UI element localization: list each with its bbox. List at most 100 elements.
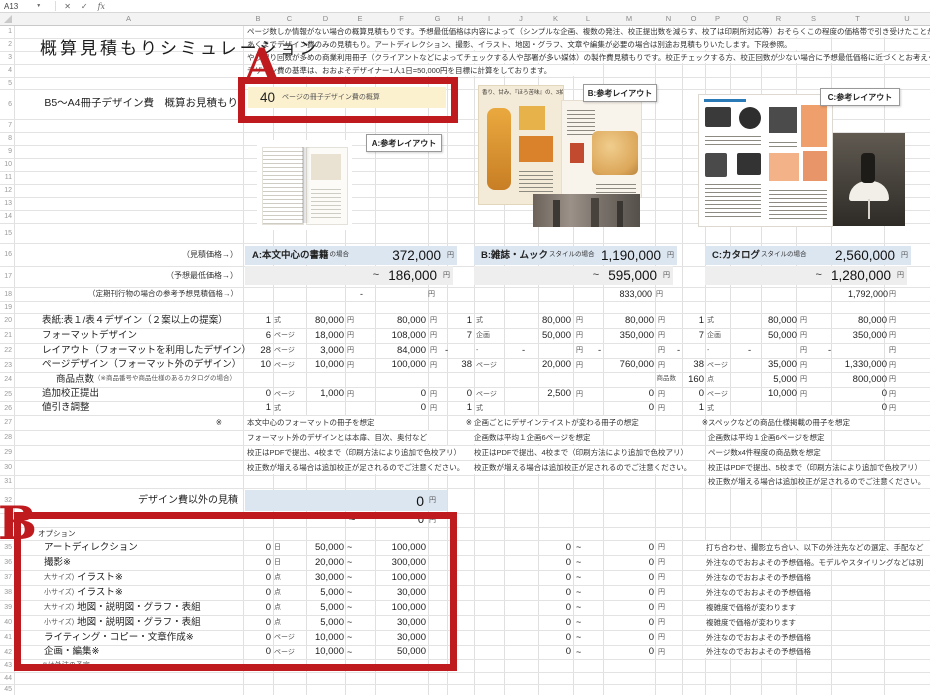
row-header-36[interactable]: 36 [0,555,12,570]
item-b-amount-row23[interactable]: 760,000 [598,358,654,372]
row-header-10[interactable]: 10 [0,158,12,171]
column-header-S[interactable]: S [796,12,831,25]
block-note-a-4[interactable]: 校正数が増える場合は追加校正が足されるのでご注意ください。 [247,460,477,475]
item-label-row26[interactable]: 値引き調整 [42,401,242,415]
block-c-estimate-row[interactable]: C:カタログ スタイルの場合 2,560,000 円 [705,246,911,265]
row-header-42[interactable]: 42 [0,645,12,659]
row-header-9[interactable]: 9 [0,145,12,158]
item-a-qty-row22[interactable]: 28 [243,343,271,358]
item-b-price-row22[interactable]: - [522,343,571,358]
item-b-qty-row22[interactable]: - [445,343,472,358]
row-header-18[interactable]: 18 [0,287,12,301]
column-header-B[interactable]: B [243,12,273,25]
layout-label-c[interactable]: C:参考レイアウト [820,88,900,106]
row-header-6[interactable]: 6 [0,89,12,119]
option-mid-zero2-row35[interactable]: 0 [598,540,654,555]
option-mid-zero2-row37[interactable]: 0 [598,570,654,585]
item-b-qty-row23[interactable]: 38 [445,358,472,372]
row-header-7[interactable]: 7 [0,119,12,132]
column-header-E[interactable]: E [345,12,375,25]
row-header-29[interactable]: 29 [0,445,12,460]
top-note-2[interactable]: あくまでデザイン費のみの見積もり。アートディレクション、撮影、イラスト、地図・グ… [247,38,927,51]
block-note-a-3[interactable]: 校正はPDFで提出、4校まで（印刷方法により追加で色校アリ） [247,445,477,460]
item-c-price-row25[interactable]: 10,000 [748,387,797,401]
row-header-26[interactable]: 26 [0,401,12,415]
option-mid-zero1-row38[interactable]: 0 [522,585,571,600]
row-header-23[interactable]: 23 [0,358,12,372]
minimum-price-label[interactable]: （予想最低価格→） [110,269,238,283]
column-header-N[interactable]: N [655,12,682,25]
item-b-qty-row20[interactable]: 1 [445,313,472,328]
item-c-qty-row22[interactable]: - [677,343,704,358]
item-a-price-row22[interactable]: 3,000 [298,343,344,358]
block-note-b-3[interactable]: 校正はPDFで提出、4校まで（印刷方法により追加で色校アリ） [474,445,704,460]
column-header-F[interactable]: F [375,12,428,25]
item-b-amount-row20[interactable]: 80,000 [598,313,654,328]
item-b-qty-row26[interactable]: 1 [445,401,472,415]
option-mid-zero1-row39[interactable]: 0 [522,600,571,615]
item-label-row23[interactable]: ページデザイン（フォーマット外のデザイン） [42,358,242,372]
option-mid-zero2-row41[interactable]: 0 [598,630,654,645]
row-header-16[interactable]: 16 [0,243,12,266]
item-label-row20[interactable]: 表紙:表１/表４デザイン（２案以上の提案） [42,313,242,328]
top-note-1[interactable]: ページ数しか情報がない場合の概算見積もりです。予想最低価格は内容によって（シンプ… [247,25,927,38]
item-a-amount-row22[interactable]: 84,000 [373,343,426,358]
top-note-4[interactable]: デザイン費の基準は、おおよそデザイナー1人1日=50,000円を目標に計算をして… [247,64,927,77]
row-header-2[interactable]: 2 [0,38,12,51]
item-b-qty-row25[interactable]: 0 [445,387,472,401]
item-label-row22[interactable]: レイアウト（フォーマットを利用したデザイン） [42,343,242,358]
row-header-5[interactable]: 5 [0,77,12,89]
item-c-qty-row25[interactable]: 0 [677,387,704,401]
item-b-price-row23[interactable]: 20,000 [522,358,571,372]
item-c-amount-row21[interactable]: 350,000 [828,328,887,343]
name-box-dropdown-icon[interactable]: ▼ [36,3,41,9]
name-box[interactable]: A13 [4,2,18,11]
option-note-row41[interactable]: 外注なのでおおよその予想価格 [706,630,930,645]
block-note-c-3[interactable]: ページ数x4件程度の商品数を想定 [708,445,930,460]
block-note-a-1[interactable]: 本文中心のフォーマットの冊子を想定 [247,415,477,430]
row-header-25[interactable]: 25 [0,387,12,401]
block-note-b-4[interactable]: 校正数が増える場合は追加校正が足されるのでご注意ください。 [474,460,704,475]
block-b-minimum-row[interactable]: ~ 595,000 円 [474,266,673,285]
item-a-qty-row20[interactable]: 1 [243,313,271,328]
other-estimate-label[interactable]: デザイン費以外の見積 [90,492,238,510]
column-header-M[interactable]: M [603,12,655,25]
item-c-amount-row25[interactable]: 0 [828,387,887,401]
column-header-K[interactable]: K [538,12,573,25]
column-header-D[interactable]: D [306,12,345,25]
item-a-qty-row23[interactable]: 10 [243,358,271,372]
row-header-41[interactable]: 41 [0,630,12,645]
row-header-27[interactable]: 27 [0,415,12,430]
item-a-amount-row21[interactable]: 108,000 [373,328,426,343]
block-note-c-1[interactable]: スペックなどの商品仕様掲載の冊子を想定 [708,415,930,430]
row-header-37[interactable]: 37 [0,570,12,585]
item-c-qty-row21[interactable]: 7 [677,328,704,343]
column-header-O[interactable]: O [682,12,705,25]
row-header-45[interactable]: 45 [0,684,12,695]
item-c-amount-row23[interactable]: 1,330,000 [828,358,887,372]
item-c-amount-row22[interactable]: - [828,343,887,358]
item-b-price-row20[interactable]: 80,000 [522,313,571,328]
item-c-qty-row26[interactable]: 1 [677,401,704,415]
item-c-price-row22[interactable]: - [748,343,797,358]
block-c-minimum-row[interactable]: ~ 1,280,000 円 [705,266,907,285]
row-header-14[interactable]: 14 [0,210,12,223]
item-c-amount-row20[interactable]: 80,000 [828,313,887,328]
column-header-A[interactable]: A [14,12,243,25]
column-header-J[interactable]: J [504,12,538,25]
row-header-1[interactable]: 1 [0,25,12,38]
layout-label-a[interactable]: A:参考レイアウト [366,134,442,152]
option-mid-zero1-row41[interactable]: 0 [522,630,571,645]
row-header-30[interactable]: 30 [0,460,12,475]
select-all-corner[interactable] [0,12,14,25]
item-b-amount-row21[interactable]: 350,000 [598,328,654,343]
row-header-20[interactable]: 20 [0,313,12,328]
option-mid-zero1-row35[interactable]: 0 [522,540,571,555]
column-header-U[interactable]: U [884,12,930,25]
row-header-8[interactable]: 8 [0,132,12,145]
top-note-3[interactable]: やり取り回数が多めの商業利用冊子（クライアントなどによってチェックする人や部署が… [247,51,927,64]
option-mid-zero1-row36[interactable]: 0 [522,555,571,570]
block-note-c-2[interactable]: 企画数は平均１企画6ページを想定 [708,430,930,445]
option-mid-zero2-row39[interactable]: 0 [598,600,654,615]
fx-icon[interactable]: fx [98,2,105,11]
